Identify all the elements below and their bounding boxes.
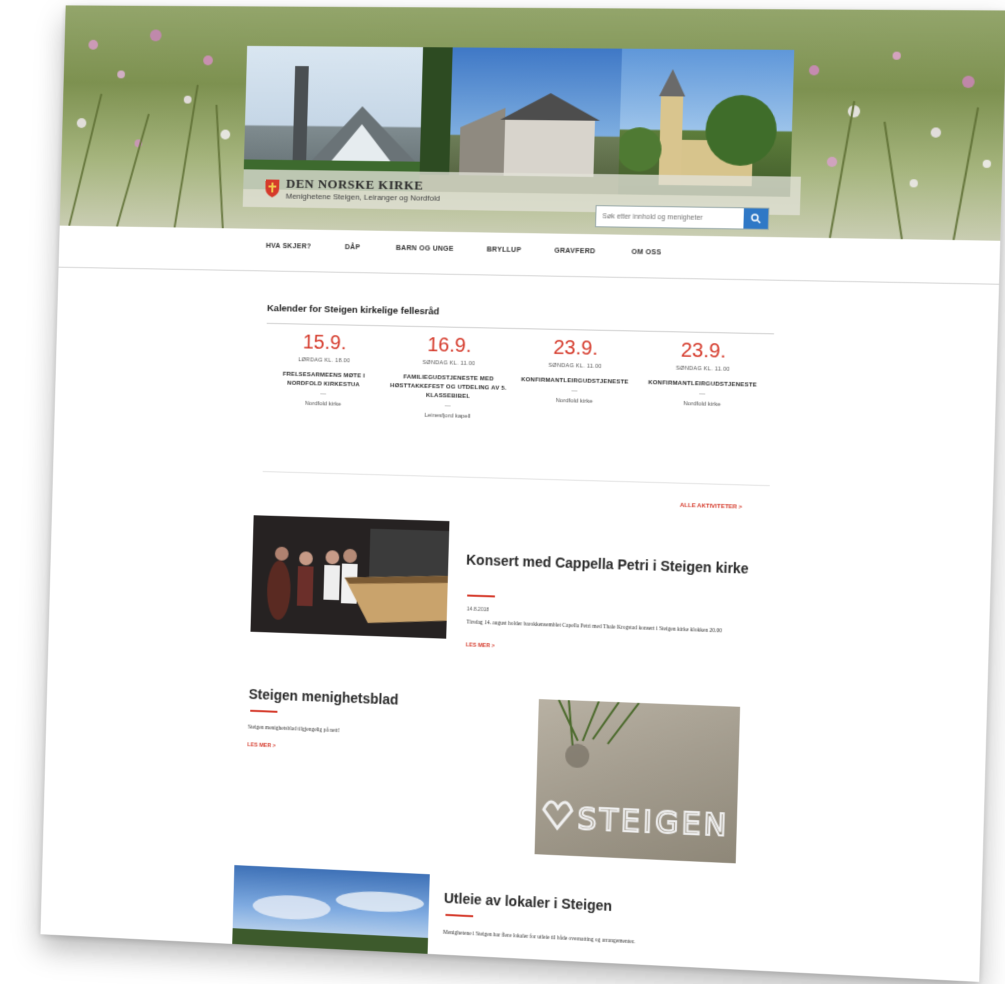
search-box [595, 205, 770, 230]
nav-item-dap[interactable]: DÅP [345, 244, 361, 251]
event-location: Nordfold kirke [555, 398, 593, 405]
event-separator: — [699, 391, 706, 398]
article-title[interactable]: Konsert med Cappella Petri i Steigen kir… [466, 552, 768, 579]
event-name: FRELSESARMEENS MØTE I NORDFOLD KIRKESTUA [282, 371, 365, 389]
accent-bar [250, 709, 278, 713]
web-page: DEN NORSKE KIRKE Menighetene Steigen, Le… [40, 5, 1005, 982]
article-date: 14.8.2018 [466, 606, 489, 614]
calendar-event[interactable]: 15.9. LØRDAG KL. 18.00 FRELSESARMEENS MØ… [264, 331, 383, 409]
event-time: SØNDAG KL. 11.00 [675, 365, 731, 373]
calendar-event[interactable]: 23.9. SØNDAG KL. 11.00 KONFIRMANTLEIRGUD… [641, 339, 764, 409]
venue-photo[interactable] [232, 865, 430, 954]
nav-item-barn-og-unge[interactable]: BARN OG UNGE [396, 245, 454, 253]
header-banner: DEN NORSKE KIRKE Menighetene Steigen, Le… [59, 5, 1005, 241]
search-input[interactable] [596, 206, 744, 229]
article-title[interactable]: Utleie av lokaler i Steigen [444, 890, 613, 914]
search-button[interactable] [743, 208, 769, 229]
all-activities-link[interactable]: ALLE AKTIVITETER > [680, 503, 743, 511]
event-location: Nordfold kirke [304, 400, 342, 408]
event-date: 15.9. [302, 331, 347, 355]
event-date: 23.9. [680, 339, 727, 363]
article-text: Menighetene i Steigen har flere lokaler … [442, 929, 636, 946]
article-text: Steigen menighetsblad tilgjengelig på ne… [247, 724, 340, 735]
event-location: Nordfold kirke [683, 401, 721, 409]
search-icon [751, 213, 761, 223]
divider [262, 471, 770, 487]
accent-bar [467, 594, 495, 598]
event-date: 23.9. [553, 336, 599, 360]
event-time: SØNDAG KL. 11.00 [422, 359, 476, 368]
church-shield-icon [264, 178, 280, 197]
article-text: Tirsdag 14. august holder barokkensemble… [466, 619, 722, 635]
event-location: Leinesfjord kapell [424, 412, 471, 420]
calendar-event[interactable]: 23.9. SØNDAG KL. 11.00 KONFIRMANTLEIRGUD… [514, 336, 636, 406]
event-time: SØNDAG KL. 11.00 [548, 362, 602, 370]
nav-item-bryllup[interactable]: BRYLLUP [487, 246, 522, 254]
event-separator: — [320, 391, 327, 398]
event-name: KONFIRMANTLEIRGUDSTJENESTE [520, 377, 629, 386]
event-date: 16.9. [427, 334, 472, 358]
event-separator: — [444, 403, 451, 410]
event-name: FAMILIEGUDSTJENESTE MED HØSTTAKKEFEST OG… [390, 374, 507, 400]
nav-item-om-oss[interactable]: OM OSS [631, 249, 661, 257]
concert-photo[interactable] [250, 515, 450, 639]
brand-logo[interactable]: DEN NORSKE KIRKE Menighetene Steigen, Le… [264, 176, 440, 203]
nav-item-gravferd[interactable]: GRAVFERD [554, 248, 595, 256]
sand-writing: STEIGEN [577, 802, 730, 843]
sand-writing-photo[interactable]: STEIGEN [534, 699, 741, 864]
event-separator: — [571, 388, 578, 395]
read-more-link[interactable]: LES MER > [247, 742, 275, 749]
calendar-event[interactable]: 16.9. SØNDAG KL. 11.00 FAMILIEGUDSTJENES… [388, 333, 509, 420]
nav-item-hva-skjer[interactable]: HVA SKJER? [266, 243, 311, 251]
event-time: LØRDAG KL. 18.00 [298, 357, 351, 365]
calendar-title: Kalender for Steigen kirkelige fellesråd [266, 303, 440, 318]
article-title[interactable]: Steigen menighetsblad [249, 686, 399, 708]
read-more-link[interactable]: LES MER > [466, 642, 495, 649]
event-name: KONFIRMANTLEIRGUDSTJENESTE [648, 380, 758, 389]
accent-bar [445, 913, 474, 918]
